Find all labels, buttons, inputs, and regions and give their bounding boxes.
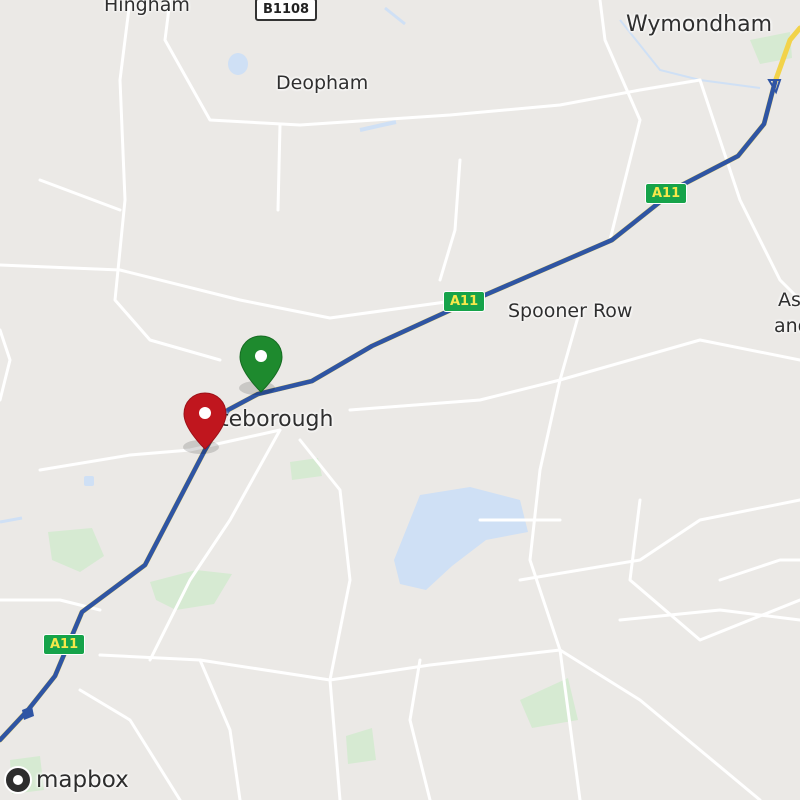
place-label-wymondham: Wymondham — [626, 12, 773, 37]
end-marker[interactable] — [181, 391, 229, 453]
map-layer — [0, 0, 800, 800]
place-label-spooner-row: Spooner Row — [508, 300, 633, 322]
map-canvas[interactable]: Hingham Deopham Wymondham Spooner Row te… — [0, 0, 800, 800]
mapbox-logo[interactable]: mapbox — [4, 766, 129, 794]
pond — [228, 53, 248, 75]
road-shield-a11: A11 — [43, 634, 86, 655]
small-pond — [84, 476, 94, 486]
place-label-ashwellthorpe-line2: and — [774, 315, 800, 337]
park-area — [48, 528, 104, 572]
stream — [384, 6, 406, 26]
pin-dot — [199, 407, 211, 419]
mapbox-icon — [4, 766, 32, 794]
route-end-marker — [22, 706, 34, 720]
place-label-deopham: Deopham — [276, 72, 369, 94]
start-marker[interactable] — [237, 334, 285, 396]
a11-motorway — [0, 25, 800, 743]
map-pin-icon — [183, 392, 227, 450]
road-shield-a11: A11 — [443, 291, 486, 312]
map-pin-icon — [239, 335, 283, 393]
park-area — [346, 728, 376, 764]
place-label-ashwellthorpe: As — [778, 289, 800, 311]
place-label-attleborough: teborough — [220, 407, 334, 432]
pin-dot — [255, 350, 267, 362]
minor-roads — [0, 0, 800, 800]
place-label-hingham: Hingham — [104, 0, 190, 16]
airfield-area — [394, 487, 528, 590]
road-shield-b1108: B1108 — [255, 0, 318, 21]
route-line — [0, 79, 778, 743]
stream — [0, 516, 23, 524]
parks — [10, 32, 792, 794]
mapbox-logo-text: mapbox — [36, 767, 129, 793]
stream — [359, 120, 397, 132]
road-shield-a11: A11 — [645, 183, 688, 204]
